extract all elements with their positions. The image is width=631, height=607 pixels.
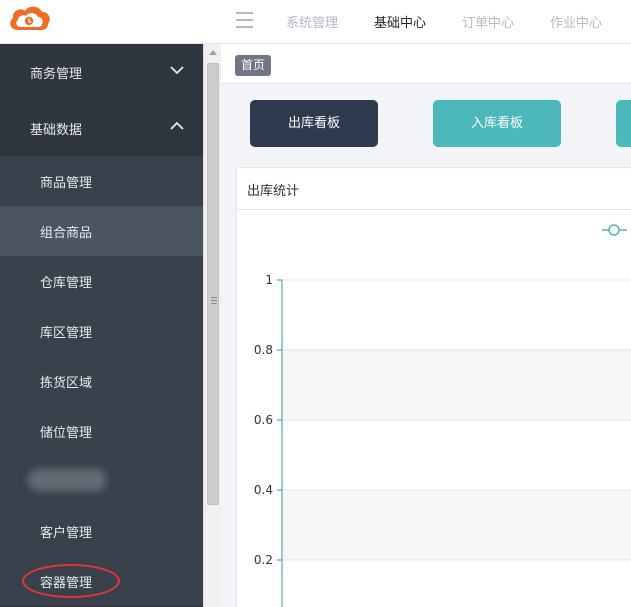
scrollbar-thumb[interactable]: [207, 63, 219, 505]
sidebar-group-label: 基础数据: [30, 123, 83, 138]
sidebar-item-storage-location[interactable]: 储位管理: [0, 406, 203, 456]
grid-band: [282, 350, 631, 420]
sidebar-item-combo-goods[interactable]: 组合商品: [0, 206, 203, 256]
sidebar-group-business[interactable]: 商务管理: [0, 44, 203, 100]
cloud-logo-icon[interactable]: [6, 3, 54, 33]
sidebar-item-label: 商品管理: [40, 176, 93, 191]
sidebar: 商务管理 基础数据 商品管理 组合商品 仓库管理 库区管理 拣货区域 储位管理 …: [0, 44, 203, 607]
grid-band: [282, 490, 631, 560]
sidebar-group-label: 商务管理: [30, 67, 83, 82]
sidebar-item-label: 储位管理: [40, 426, 93, 441]
chevron-down-icon: [170, 66, 184, 75]
extra-board-button[interactable]: [616, 100, 631, 147]
y-tick-label: 0.6: [254, 413, 273, 427]
sidebar-item-label: 拣货区域: [40, 376, 93, 391]
outbound-stats-card: 出库统计 1 0.8 0.6 0.4 0.2: [236, 167, 631, 607]
sidebar-scrollbar[interactable]: [203, 44, 221, 607]
sidebar-item-zone[interactable]: 库区管理: [0, 306, 203, 356]
nav-operation-center[interactable]: 作业中心: [550, 12, 602, 31]
y-tick-label: 0.4: [254, 483, 273, 497]
top-header: 系统管理 基础中心 订单中心 作业中心: [0, 0, 631, 44]
sidebar-item-goods[interactable]: 商品管理: [0, 156, 203, 206]
nav-basic-center[interactable]: 基础中心: [374, 12, 426, 31]
main-content: 首页 出库看板 入库看板 出库统计 1 0.8 0.6 0.4 0.2: [221, 44, 631, 607]
redaction-blur: [28, 469, 106, 491]
outbound-board-button[interactable]: 出库看板: [250, 100, 378, 147]
breadcrumb-home-tag[interactable]: 首页: [235, 55, 272, 76]
breadcrumb: 首页: [221, 44, 631, 84]
inbound-board-button[interactable]: 入库看板: [433, 100, 561, 147]
annotation-red-circle: [22, 564, 120, 598]
sidebar-item-label: 组合商品: [40, 226, 93, 241]
sidebar-item-customer[interactable]: 客户管理: [0, 506, 203, 556]
grip-icon: [211, 297, 217, 306]
scroll-up-arrow-icon[interactable]: [209, 50, 217, 55]
sidebar-item-picking-area[interactable]: 拣货区域: [0, 356, 203, 406]
chevron-up-icon: [170, 121, 184, 130]
sidebar-item-warehouse[interactable]: 仓库管理: [0, 256, 203, 306]
sidebar-item-label: 库区管理: [40, 326, 93, 341]
sidebar-group-basic-data[interactable]: 基础数据: [0, 100, 203, 156]
nav-system-management[interactable]: 系统管理: [286, 12, 338, 31]
y-tick-label: 1: [265, 273, 273, 287]
nav-order-center[interactable]: 订单中心: [462, 12, 514, 31]
y-tick-label: 0.2: [254, 553, 273, 567]
outbound-stats-chart: 1 0.8 0.6 0.4 0.2: [254, 224, 631, 607]
y-tick-label: 0.8: [254, 343, 273, 357]
sidebar-item-label: 客户管理: [40, 526, 93, 541]
hamburger-menu-icon[interactable]: [236, 12, 253, 28]
legend-marker-icon: [608, 224, 620, 236]
sidebar-item-label: 仓库管理: [40, 276, 93, 291]
